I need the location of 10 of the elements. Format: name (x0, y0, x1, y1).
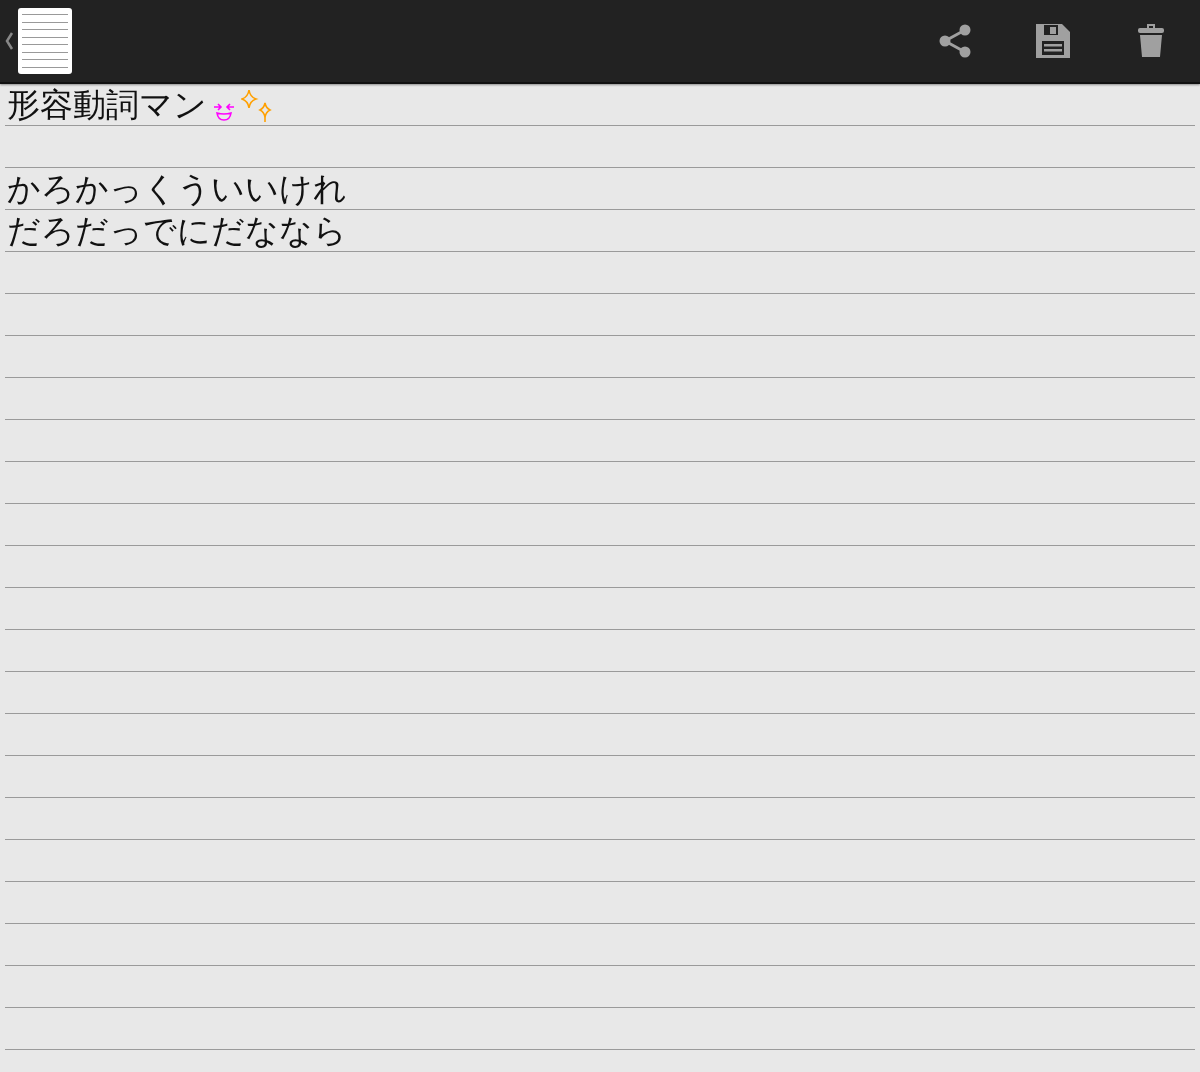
note-line: だろだっでにだななら (7, 211, 347, 251)
sparkles-icon (241, 89, 273, 123)
save-icon (1035, 23, 1071, 59)
note-line: かろかっくういいけれ (7, 169, 347, 209)
note-title: 形容動詞マン (7, 85, 207, 125)
notepad-icon (18, 8, 72, 74)
grinning-face-icon (213, 103, 235, 121)
back-caret-icon (5, 32, 14, 50)
trash-icon (1137, 23, 1165, 59)
share-icon (937, 23, 973, 59)
